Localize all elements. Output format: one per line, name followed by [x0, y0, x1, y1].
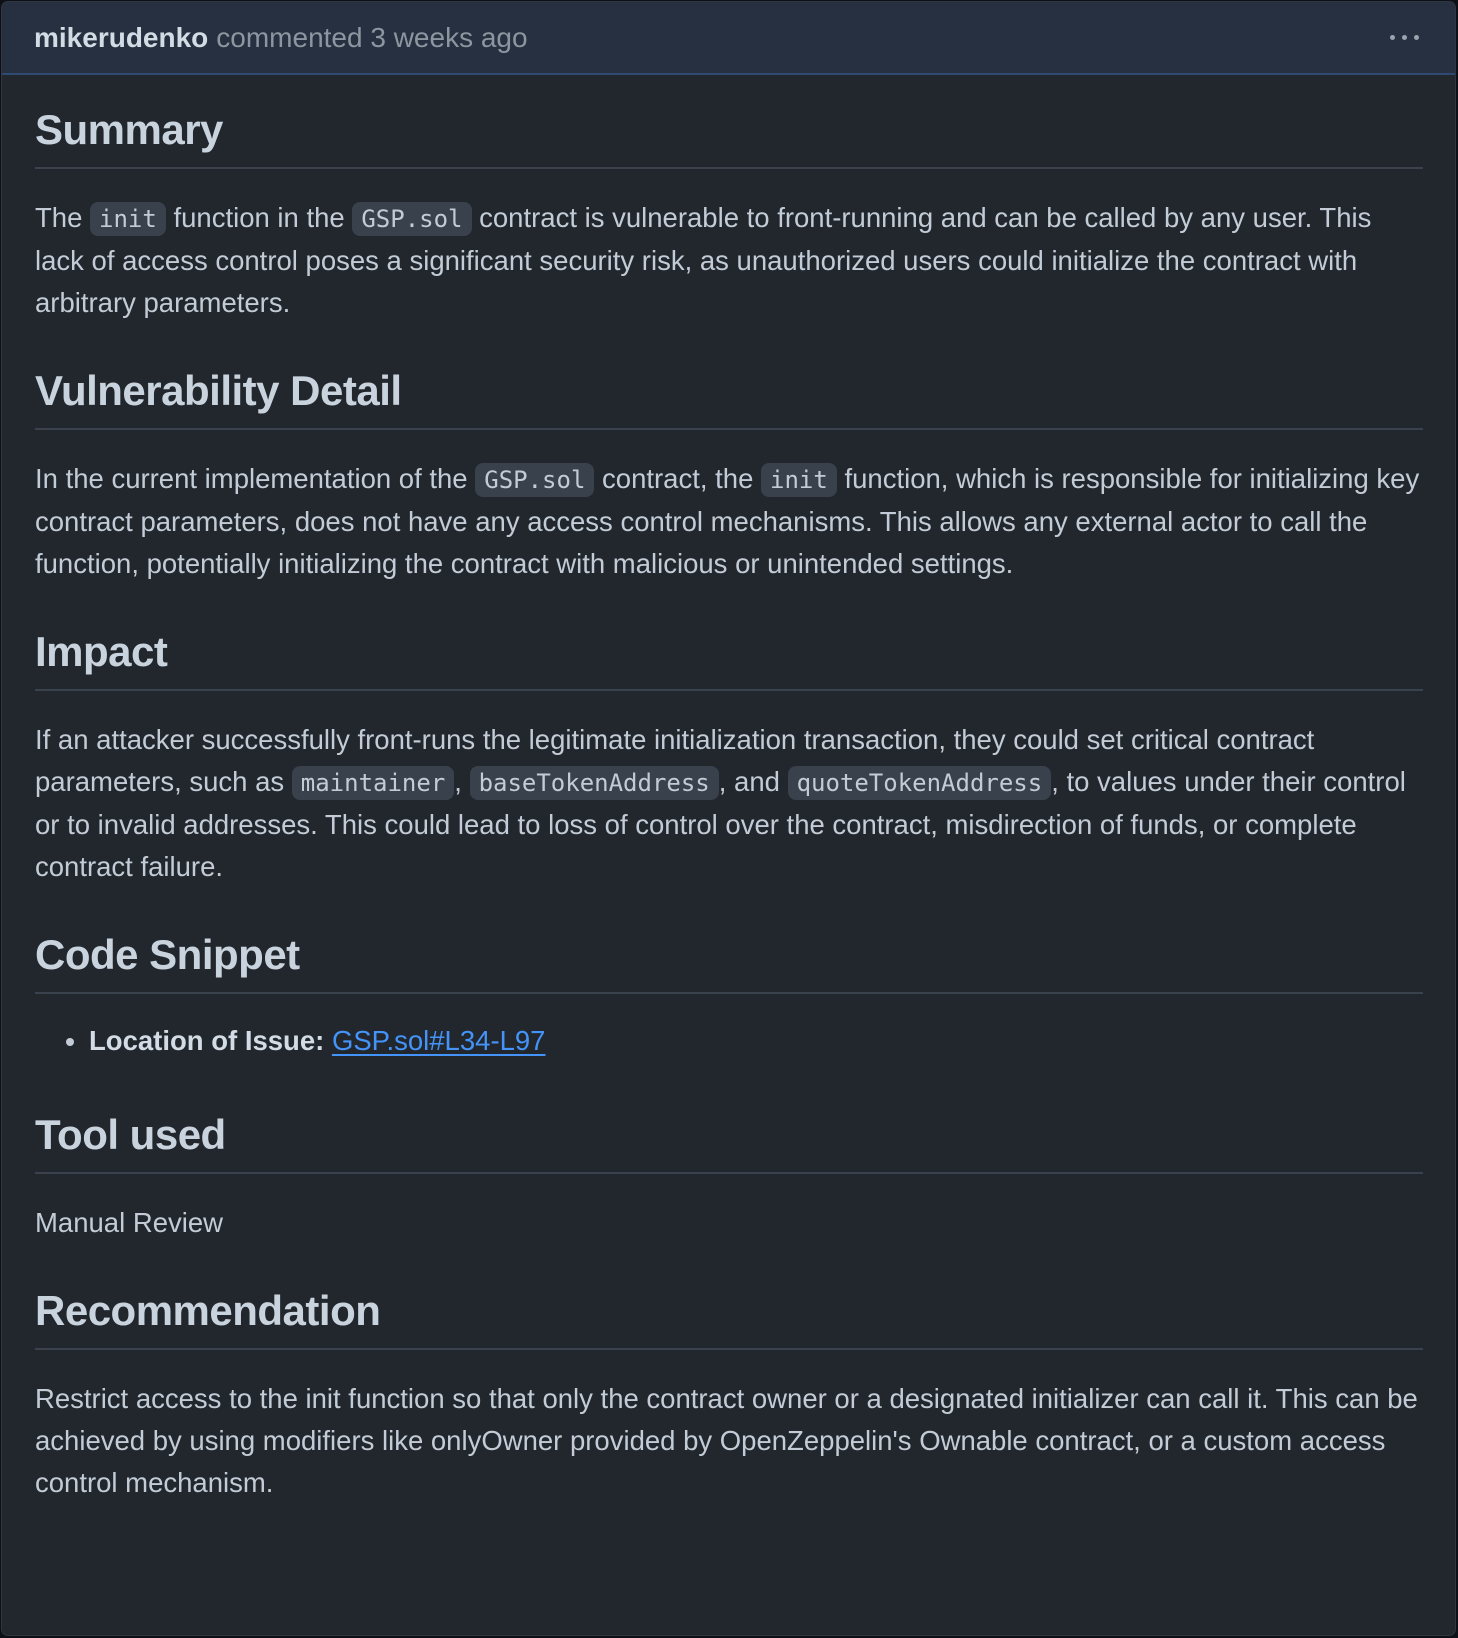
list-item-label: Location of Issue:: [89, 1025, 325, 1056]
section-vulnerability-detail: Vulnerability Detail In the current impl…: [35, 336, 1423, 597]
comment-header: mikerudenko commented 3 weeks ago: [2, 2, 1455, 75]
inline-code: GSP.sol: [352, 202, 472, 236]
kebab-dot: [1402, 35, 1407, 40]
section-impact: Impact If an attacker successfully front…: [35, 597, 1423, 900]
comment-body: Summary The init function in the GSP.sol…: [2, 75, 1455, 1516]
section-code-snippet: Code Snippet Location of Issue: GSP.sol#…: [35, 900, 1423, 1080]
heading-recommendation: Recommendation: [35, 1256, 1423, 1350]
kebab-horizontal-icon[interactable]: [1386, 27, 1423, 48]
code-snippet-list: Location of Issue: GSP.sol#L34-L97: [35, 994, 1423, 1080]
comment-timestamp[interactable]: commented 3 weeks ago: [216, 22, 527, 54]
text: In the current implementation of the: [35, 463, 468, 494]
comment-author-link[interactable]: mikerudenko: [34, 22, 208, 54]
text: ,: [454, 766, 462, 797]
heading-vulnerability-detail: Vulnerability Detail: [35, 336, 1423, 430]
kebab-dot: [1390, 35, 1395, 40]
issue-location-link[interactable]: GSP.sol#L34-L97: [332, 1025, 546, 1056]
issue-comment: mikerudenko commented 3 weeks ago Summar…: [1, 1, 1456, 1636]
impact-paragraph: If an attacker successfully front-runs t…: [35, 691, 1423, 900]
text: The: [35, 202, 83, 233]
inline-code: GSP.sol: [475, 463, 595, 497]
heading-code-snippet: Code Snippet: [35, 900, 1423, 994]
section-recommendation: Recommendation Restrict access to the in…: [35, 1256, 1423, 1516]
inline-code: init: [90, 202, 166, 236]
list-item: Location of Issue: GSP.sol#L34-L97: [89, 1020, 1423, 1062]
summary-paragraph: The init function in the GSP.sol contrac…: [35, 169, 1423, 336]
section-tool-used: Tool used Manual Review: [35, 1080, 1423, 1256]
text: contract, the: [602, 463, 754, 494]
section-summary: Summary The init function in the GSP.sol…: [35, 75, 1423, 336]
inline-code: init: [761, 463, 837, 497]
tool-paragraph: Manual Review: [35, 1207, 224, 1238]
heading-tool-used: Tool used: [35, 1080, 1423, 1174]
recommendation-paragraph: Restrict access to the init function so …: [35, 1383, 1418, 1498]
vulnerability-paragraph: In the current implementation of the GSP…: [35, 430, 1423, 597]
text: function in the: [173, 202, 345, 233]
text: , and: [718, 766, 780, 797]
kebab-dot: [1414, 35, 1419, 40]
heading-impact: Impact: [35, 597, 1423, 691]
heading-summary: Summary: [35, 75, 1423, 169]
inline-code: quoteTokenAddress: [787, 766, 1052, 800]
inline-code: maintainer: [291, 766, 455, 800]
inline-code: baseTokenAddress: [469, 766, 719, 800]
